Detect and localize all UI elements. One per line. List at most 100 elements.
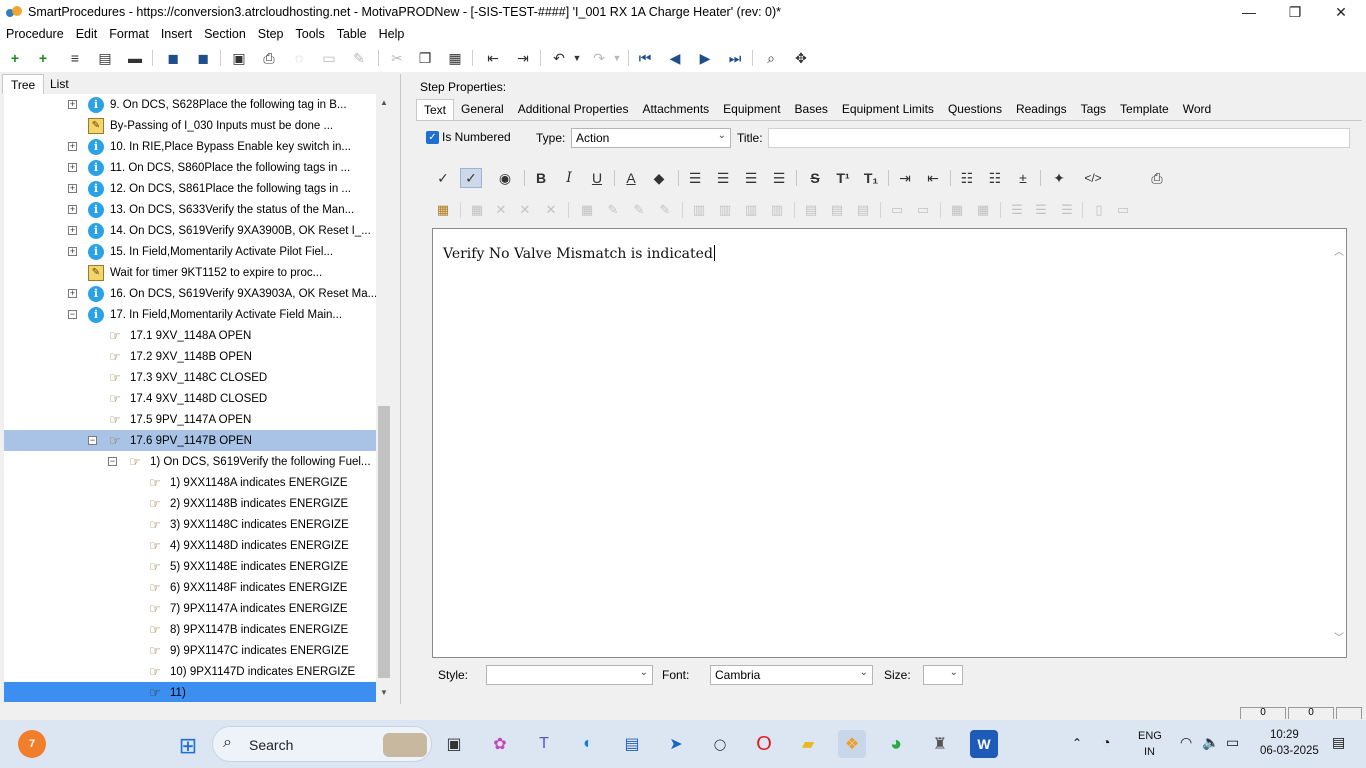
tab-additional-properties[interactable]: Additional Properties (511, 99, 636, 120)
cell-valign-bottom-icon[interactable]: ☰ (1056, 200, 1078, 220)
scrollbar-thumb[interactable] (378, 406, 390, 678)
tree-item[interactable]: ☞ 17.3 9XV_1148C CLOSED (4, 367, 376, 388)
cell-valign-top-icon[interactable]: ☰ (1006, 200, 1028, 220)
bullet-list-icon[interactable]: ☷ (956, 168, 978, 188)
print-preview-icon[interactable]: ⎙ (1146, 168, 1168, 188)
spellcheck-icon[interactable]: ✓ (432, 168, 454, 188)
table-edit-icon[interactable]: ✎ (602, 200, 624, 220)
volume-icon[interactable]: 🔈 (1202, 734, 1219, 751)
table-merge-icon[interactable]: ✕ (514, 200, 536, 220)
menu-step[interactable]: Step (258, 27, 284, 41)
cell-border-icon[interactable]: ▦ (972, 200, 994, 220)
tree-item[interactable]: + i 10. In RIE,Place Bypass Enable key s… (4, 136, 376, 157)
collapse-icon[interactable]: − (88, 436, 97, 445)
tab-equipment[interactable]: Equipment (716, 99, 787, 120)
col-width-icon[interactable]: ▥ (766, 200, 788, 220)
editor-scroll-up-icon[interactable]: ︿ (1334, 243, 1344, 258)
network-settings-icon[interactable]: ◔ (1102, 734, 1110, 750)
table-split-icon[interactable]: ✕ (540, 200, 562, 220)
battery-icon[interactable]: ▭ (1226, 734, 1239, 751)
tree-item-selected[interactable]: − ☞ 17.6 9PV_1147B OPEN (4, 430, 376, 451)
split-cells-icon[interactable]: ▭ (912, 200, 934, 220)
insert-col-left-icon[interactable]: ▥ (688, 200, 710, 220)
is-numbered-checkbox[interactable]: ✓ (426, 131, 439, 144)
tree-item[interactable]: − i 17. In Field,Momentarily Activate Fi… (4, 304, 376, 325)
expand-icon[interactable]: + (68, 205, 77, 214)
move-icon[interactable]: ✥ (790, 48, 812, 68)
save-all-icon[interactable]: ◼ (192, 48, 214, 68)
tab-general[interactable]: General (454, 99, 511, 120)
tree-item[interactable]: ☞ 10) 9PX1147D indicates ENERGIZE (4, 661, 376, 682)
dell-icon[interactable]: ◯ (706, 730, 734, 758)
scroll-up-icon[interactable]: ▲ (379, 98, 389, 107)
tab-word[interactable]: Word (1176, 99, 1218, 120)
tree-item[interactable]: ☞ 17.1 9XV_1148A OPEN (4, 325, 376, 346)
color-wheel-icon[interactable]: ◉ (494, 168, 516, 188)
first-icon[interactable]: ⏮ (634, 48, 656, 68)
menu-section[interactable]: Section (204, 27, 246, 41)
tools-icon[interactable]: ✎ (348, 48, 370, 68)
tab-tags[interactable]: Tags (1074, 99, 1113, 120)
close-button[interactable]: ✕ (1318, 0, 1364, 24)
tree-item[interactable]: ☞ 17.5 9PV_1147A OPEN (4, 409, 376, 430)
tree-item[interactable]: ☞ 9) 9PX1147C indicates ENERGIZE (4, 640, 376, 661)
notification-badge-icon[interactable]: 7 (18, 730, 46, 758)
hr-insert-icon[interactable]: ▭ (1112, 200, 1134, 220)
scroll-down-icon[interactable]: ▼ (379, 688, 389, 697)
last-icon[interactable]: ⏭ (724, 48, 746, 68)
publish-icon[interactable]: ▣ (228, 48, 250, 68)
menu-format[interactable]: Format (109, 27, 149, 41)
font-color-icon[interactable]: A (620, 168, 642, 188)
tree-item[interactable]: + i 13. On DCS, S633Verify the status of… (4, 199, 376, 220)
justify-icon[interactable]: ☰ (768, 168, 790, 188)
indent-icon[interactable]: ⇥ (512, 48, 534, 68)
tree-item[interactable]: ☞ 8) 9PX1147B indicates ENERGIZE (4, 619, 376, 640)
type-select[interactable]: Action ⌄ (571, 128, 731, 148)
tab-readings[interactable]: Readings (1009, 99, 1074, 120)
tab-questions[interactable]: Questions (941, 99, 1009, 120)
tab-text[interactable]: Text (416, 99, 455, 120)
image-icon[interactable]: ▯ (1088, 200, 1110, 220)
menu-insert[interactable]: Insert (161, 27, 192, 41)
title-input[interactable] (768, 128, 1350, 148)
notifications-icon[interactable]: ▤ (1332, 734, 1345, 751)
tree-item[interactable]: ☞ 5) 9XX1148E indicates ENERGIZE (4, 556, 376, 577)
spellcheck-auto-icon[interactable]: ✓ (460, 168, 482, 188)
add-step-icon[interactable]: + (4, 48, 26, 68)
panel-splitter[interactable] (400, 74, 406, 704)
cell-align-icon[interactable]: ▦ (946, 200, 968, 220)
table-clear-icon[interactable]: ✎ (654, 200, 676, 220)
editor-content[interactable]: Verify No Valve Mismatch is indicated (443, 245, 715, 262)
tab-template[interactable]: Template (1113, 99, 1176, 120)
tree-item[interactable]: ☞ 17.4 9XV_1148D CLOSED (4, 388, 376, 409)
remove-icon[interactable]: ▬ (124, 48, 146, 68)
copy-icon[interactable]: ❐ (414, 48, 436, 68)
redo-dropdown-icon[interactable]: ▼ (606, 48, 628, 68)
undo-dropdown-icon[interactable]: ▼ (566, 48, 588, 68)
table-delete-icon[interactable]: ✕ (490, 200, 512, 220)
chevron-up-icon[interactable]: ⌃ (1072, 736, 1082, 750)
menu-tools[interactable]: Tools (296, 27, 325, 41)
tree-scrollbar[interactable]: ▲ ▼ (376, 94, 392, 702)
insert-table-icon[interactable]: ▦ (432, 200, 454, 220)
paste-icon[interactable]: ▦ (444, 48, 466, 68)
html-source-icon[interactable]: </> (1082, 168, 1104, 188)
tree-item[interactable]: + i 11. On DCS, S860Place the following … (4, 157, 376, 178)
edge-icon[interactable]: ◐ (574, 730, 602, 758)
tab-attachments[interactable]: Attachments (635, 99, 716, 120)
file-explorer-icon[interactable]: ▰ (794, 730, 822, 758)
opera-icon[interactable]: O (750, 730, 778, 758)
outdent-icon[interactable]: ⇤ (482, 48, 504, 68)
store-icon[interactable]: ▤ (618, 730, 646, 758)
menu-table[interactable]: Table (337, 27, 367, 41)
expand-icon[interactable]: + (68, 226, 77, 235)
windows-start-icon[interactable]: ⊞ (174, 732, 202, 760)
align-left-icon[interactable]: ☰ (684, 168, 706, 188)
tree-item[interactable]: + i 16. On DCS, S619Verify 9XA3903A, OK … (4, 283, 376, 304)
numbered-list-icon[interactable]: ☷ (984, 168, 1006, 188)
style-select[interactable]: ⌄ (486, 665, 653, 685)
underline-icon[interactable]: U (586, 168, 608, 188)
list-detail-icon[interactable]: ▤ (94, 48, 116, 68)
tab-equipment-limits[interactable]: Equipment Limits (835, 99, 941, 120)
delete-col-icon[interactable]: ▥ (740, 200, 762, 220)
